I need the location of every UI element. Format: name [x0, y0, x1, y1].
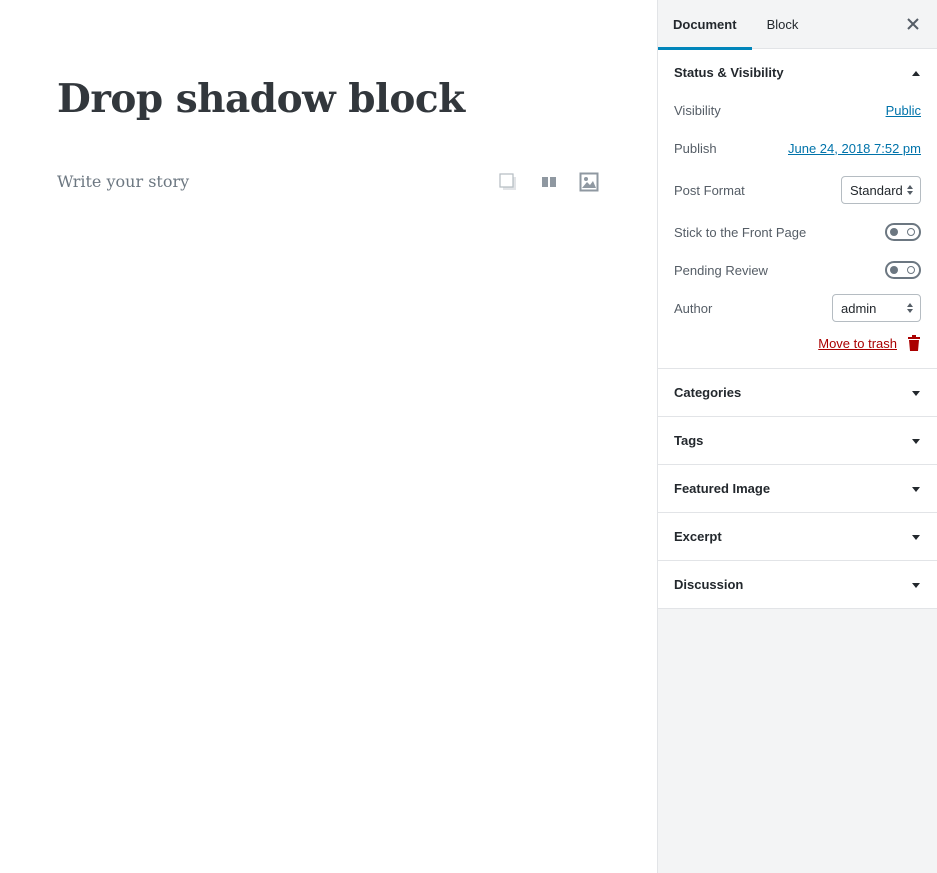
author-value: admin: [841, 300, 877, 316]
status-visibility-section: Status & Visibility Visibility Public Pu…: [658, 49, 937, 369]
caret-down-icon: [912, 582, 920, 588]
story-placeholder[interactable]: Write your story: [57, 172, 189, 191]
stick-front-label: Stick to the Front Page: [674, 224, 807, 240]
settings-sidebar: Document Block Status & Visibility Visib…: [657, 0, 937, 873]
categories-section[interactable]: Categories: [658, 369, 937, 417]
publish-label: Publish: [674, 140, 717, 156]
publish-date-link[interactable]: June 24, 2018 7:52 pm: [788, 141, 921, 156]
trash-icon[interactable]: [907, 335, 921, 351]
document-panel: Status & Visibility Visibility Public Pu…: [658, 49, 937, 609]
featured-image-section[interactable]: Featured Image: [658, 465, 937, 513]
caret-up-icon: [912, 70, 920, 76]
discussion-section[interactable]: Discussion: [658, 561, 937, 609]
section-title: Discussion: [674, 577, 744, 592]
visibility-label: Visibility: [674, 102, 721, 118]
tags-section[interactable]: Tags: [658, 417, 937, 465]
section-title: Tags: [674, 433, 704, 448]
visibility-link[interactable]: Public: [886, 103, 921, 118]
section-title: Featured Image: [674, 481, 771, 496]
post-format-select[interactable]: Standard: [841, 176, 921, 204]
caret-down-icon: [912, 390, 920, 396]
section-title: Excerpt: [674, 529, 722, 544]
sidebar-tabs: Document Block: [658, 0, 937, 50]
tab-block[interactable]: Block: [752, 0, 814, 49]
caret-down-icon: [912, 438, 920, 444]
select-arrows-icon: [907, 303, 913, 313]
insert-columns-icon[interactable]: [537, 170, 561, 194]
insert-shadow-block-icon[interactable]: [496, 170, 520, 194]
select-arrows-icon: [907, 185, 913, 195]
caret-down-icon: [912, 534, 920, 540]
excerpt-section[interactable]: Excerpt: [658, 513, 937, 561]
stick-front-toggle[interactable]: [885, 223, 921, 241]
author-select[interactable]: admin: [832, 294, 921, 322]
author-label: Author: [674, 300, 713, 316]
section-title: Categories: [674, 385, 742, 400]
caret-down-icon: [912, 486, 920, 492]
post-format-value: Standard: [850, 182, 903, 198]
post-format-label: Post Format: [674, 182, 745, 198]
pending-review-toggle[interactable]: [885, 261, 921, 279]
move-to-trash-link[interactable]: Move to trash: [818, 336, 897, 351]
close-icon[interactable]: [903, 14, 923, 34]
tab-document[interactable]: Document: [658, 0, 752, 50]
insert-image-icon[interactable]: [577, 170, 601, 194]
editor-canvas: Drop shadow block Write your story: [0, 0, 657, 873]
post-title[interactable]: Drop shadow block: [57, 76, 465, 122]
status-visibility-toggle[interactable]: Status & Visibility: [658, 49, 937, 96]
pending-review-label: Pending Review: [674, 262, 768, 278]
section-title: Status & Visibility: [674, 65, 784, 80]
